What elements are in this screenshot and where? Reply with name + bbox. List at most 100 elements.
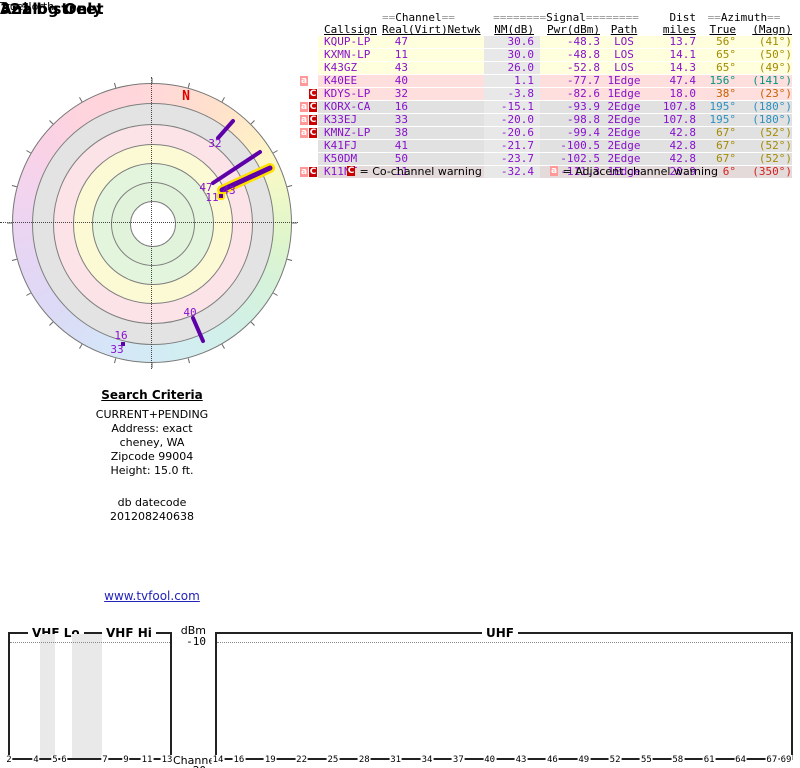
warning-badges	[300, 36, 318, 48]
adjacent-warning-badge	[300, 37, 308, 47]
col-header-netwk: Netwk	[447, 23, 481, 36]
channel-tick: 2	[5, 755, 13, 765]
radar-edge-tick	[221, 343, 225, 349]
warning-badges	[300, 62, 318, 74]
station-path: 2Edge	[600, 153, 648, 165]
table-row: a C KORX-CA 16 -15.1 -93.9 2Edge 107.8 195° (180°…	[300, 101, 792, 113]
station-nm: -15.1	[484, 101, 540, 113]
channel-tick: 31	[389, 755, 403, 765]
station-nm: -20.6	[484, 127, 540, 139]
dbm-tick-label: -10	[186, 635, 206, 648]
station-callsign: K40EE	[318, 75, 382, 87]
station-callsign: KXMN-LP	[318, 49, 382, 61]
table-row: KXMN-LP 11 30.0 -48.8 LOS 14.1 65° (50°)	[300, 49, 792, 61]
station-virt	[408, 127, 444, 139]
station-netwk	[444, 62, 484, 74]
station-callsign: KORX-CA	[318, 101, 382, 113]
station-real: 40	[382, 75, 408, 87]
station-virt	[408, 140, 444, 152]
station-path: 1Edge	[600, 75, 648, 87]
channel-tick: 4	[32, 755, 40, 765]
station-netwk	[444, 127, 484, 139]
signal-spoke	[191, 316, 205, 343]
search-criteria-title: Search Criteria	[101, 388, 203, 402]
station-real: 11	[382, 49, 408, 61]
radar-spokes-overlay: 3247 4340111633N	[7, 78, 297, 368]
channel-tick: 64	[734, 755, 747, 765]
col-header-virt: (Virt)	[408, 23, 448, 36]
station-pwr: -99.4	[540, 127, 600, 139]
legend-adjacent-channel: a = Adjacent channel warning	[550, 165, 718, 178]
channel-tick: 25	[326, 755, 340, 765]
search-criteria-line: Zipcode 99004	[110, 450, 194, 463]
channel-tick: 11	[140, 755, 154, 765]
warning-badges: aC	[300, 127, 318, 139]
co-channel-warning-badge	[309, 141, 317, 151]
radar-edge-tick	[113, 358, 117, 364]
tvfool-link[interactable]: www.tvfool.com	[104, 589, 200, 603]
station-true: 38°	[696, 88, 736, 100]
station-true: 65°	[696, 62, 736, 74]
radar-edge-tick	[250, 321, 255, 326]
table-row: a K40EE 40 1.1 -77.7 1Edge 47.4 156° (141°)	[300, 75, 792, 87]
dbm-gridline	[10, 642, 170, 643]
station-magn: (52°)	[736, 127, 792, 139]
station-callsign: KMNZ-LP	[318, 127, 382, 139]
station-magn: (141°)	[736, 75, 792, 87]
spoke-channel-label: 32	[208, 137, 221, 150]
station-virt	[408, 153, 444, 165]
channel-tick: 52	[608, 755, 622, 765]
channel-tick: 61	[702, 755, 716, 765]
station-miles: 42.8	[648, 140, 696, 152]
station-true: 67°	[696, 153, 736, 165]
spoke-channel-label: 16	[114, 329, 127, 342]
adjacent-warning-badge	[300, 154, 308, 164]
station-real: 47	[382, 36, 408, 48]
radar-edge-tick	[11, 258, 17, 262]
station-netwk	[444, 36, 484, 48]
radar-edge-tick	[187, 358, 191, 364]
radar-edge-tick	[49, 120, 54, 125]
radar-edge-tick	[250, 120, 255, 125]
table-row: K43GZ 43 26.0 -52.8 LOS 14.3 65° (49°)	[300, 62, 792, 74]
uhf-label: UHF	[482, 626, 518, 640]
station-virt	[408, 101, 444, 113]
channel-tick: 58	[671, 755, 685, 765]
station-table: ==Channel== ========Signal======== Dist …	[300, 12, 792, 179]
adjacent-warning-badge: a	[300, 115, 308, 125]
radar-edge-tick	[79, 97, 83, 103]
vhf-gap-band	[40, 634, 55, 758]
search-criteria-line: cheney, WA	[119, 436, 185, 449]
station-netwk	[444, 114, 484, 126]
station-real: 16	[382, 101, 408, 113]
channel-tick: 13	[160, 755, 174, 765]
station-nm: -32.4	[484, 166, 540, 178]
station-path: 1Edge	[600, 88, 648, 100]
station-nm: -21.7	[484, 140, 540, 152]
station-miles: 47.4	[648, 75, 696, 87]
radar-edge-tick	[113, 82, 117, 88]
adjacent-warning-badge	[300, 89, 308, 99]
station-real: 38	[382, 127, 408, 139]
radar-edge-tick	[49, 321, 54, 326]
station-magn: (50°)	[736, 49, 792, 61]
table-row: a C KMNZ-LP 38 -20.6 -99.4 2Edge 42.8 67° (52°)	[300, 127, 792, 139]
station-pwr: -100.5	[540, 140, 600, 152]
radar-edge-tick	[287, 184, 293, 188]
spoke-channel-label: 40	[183, 306, 196, 319]
channel-tick: 34	[420, 755, 434, 765]
station-real: 32	[382, 88, 408, 100]
warning-badges	[300, 140, 318, 152]
station-pwr: -98.8	[540, 114, 600, 126]
table-row: KQUP-LP 47 30.6 -48.3 LOS 13.7 56° (41°)	[300, 36, 792, 48]
station-pwr: -93.9	[540, 101, 600, 113]
station-virt	[408, 114, 444, 126]
search-criteria-line: Height: 15.0 ft.	[110, 464, 194, 477]
station-pwr: -82.6	[540, 88, 600, 100]
station-nm: 1.1	[484, 75, 540, 87]
warning-badges	[300, 49, 318, 61]
db-datecode-value: 201208240638	[110, 510, 194, 523]
station-true: 156°	[696, 75, 736, 87]
warning-badges	[300, 153, 318, 165]
station-pwr: -52.8	[540, 62, 600, 74]
